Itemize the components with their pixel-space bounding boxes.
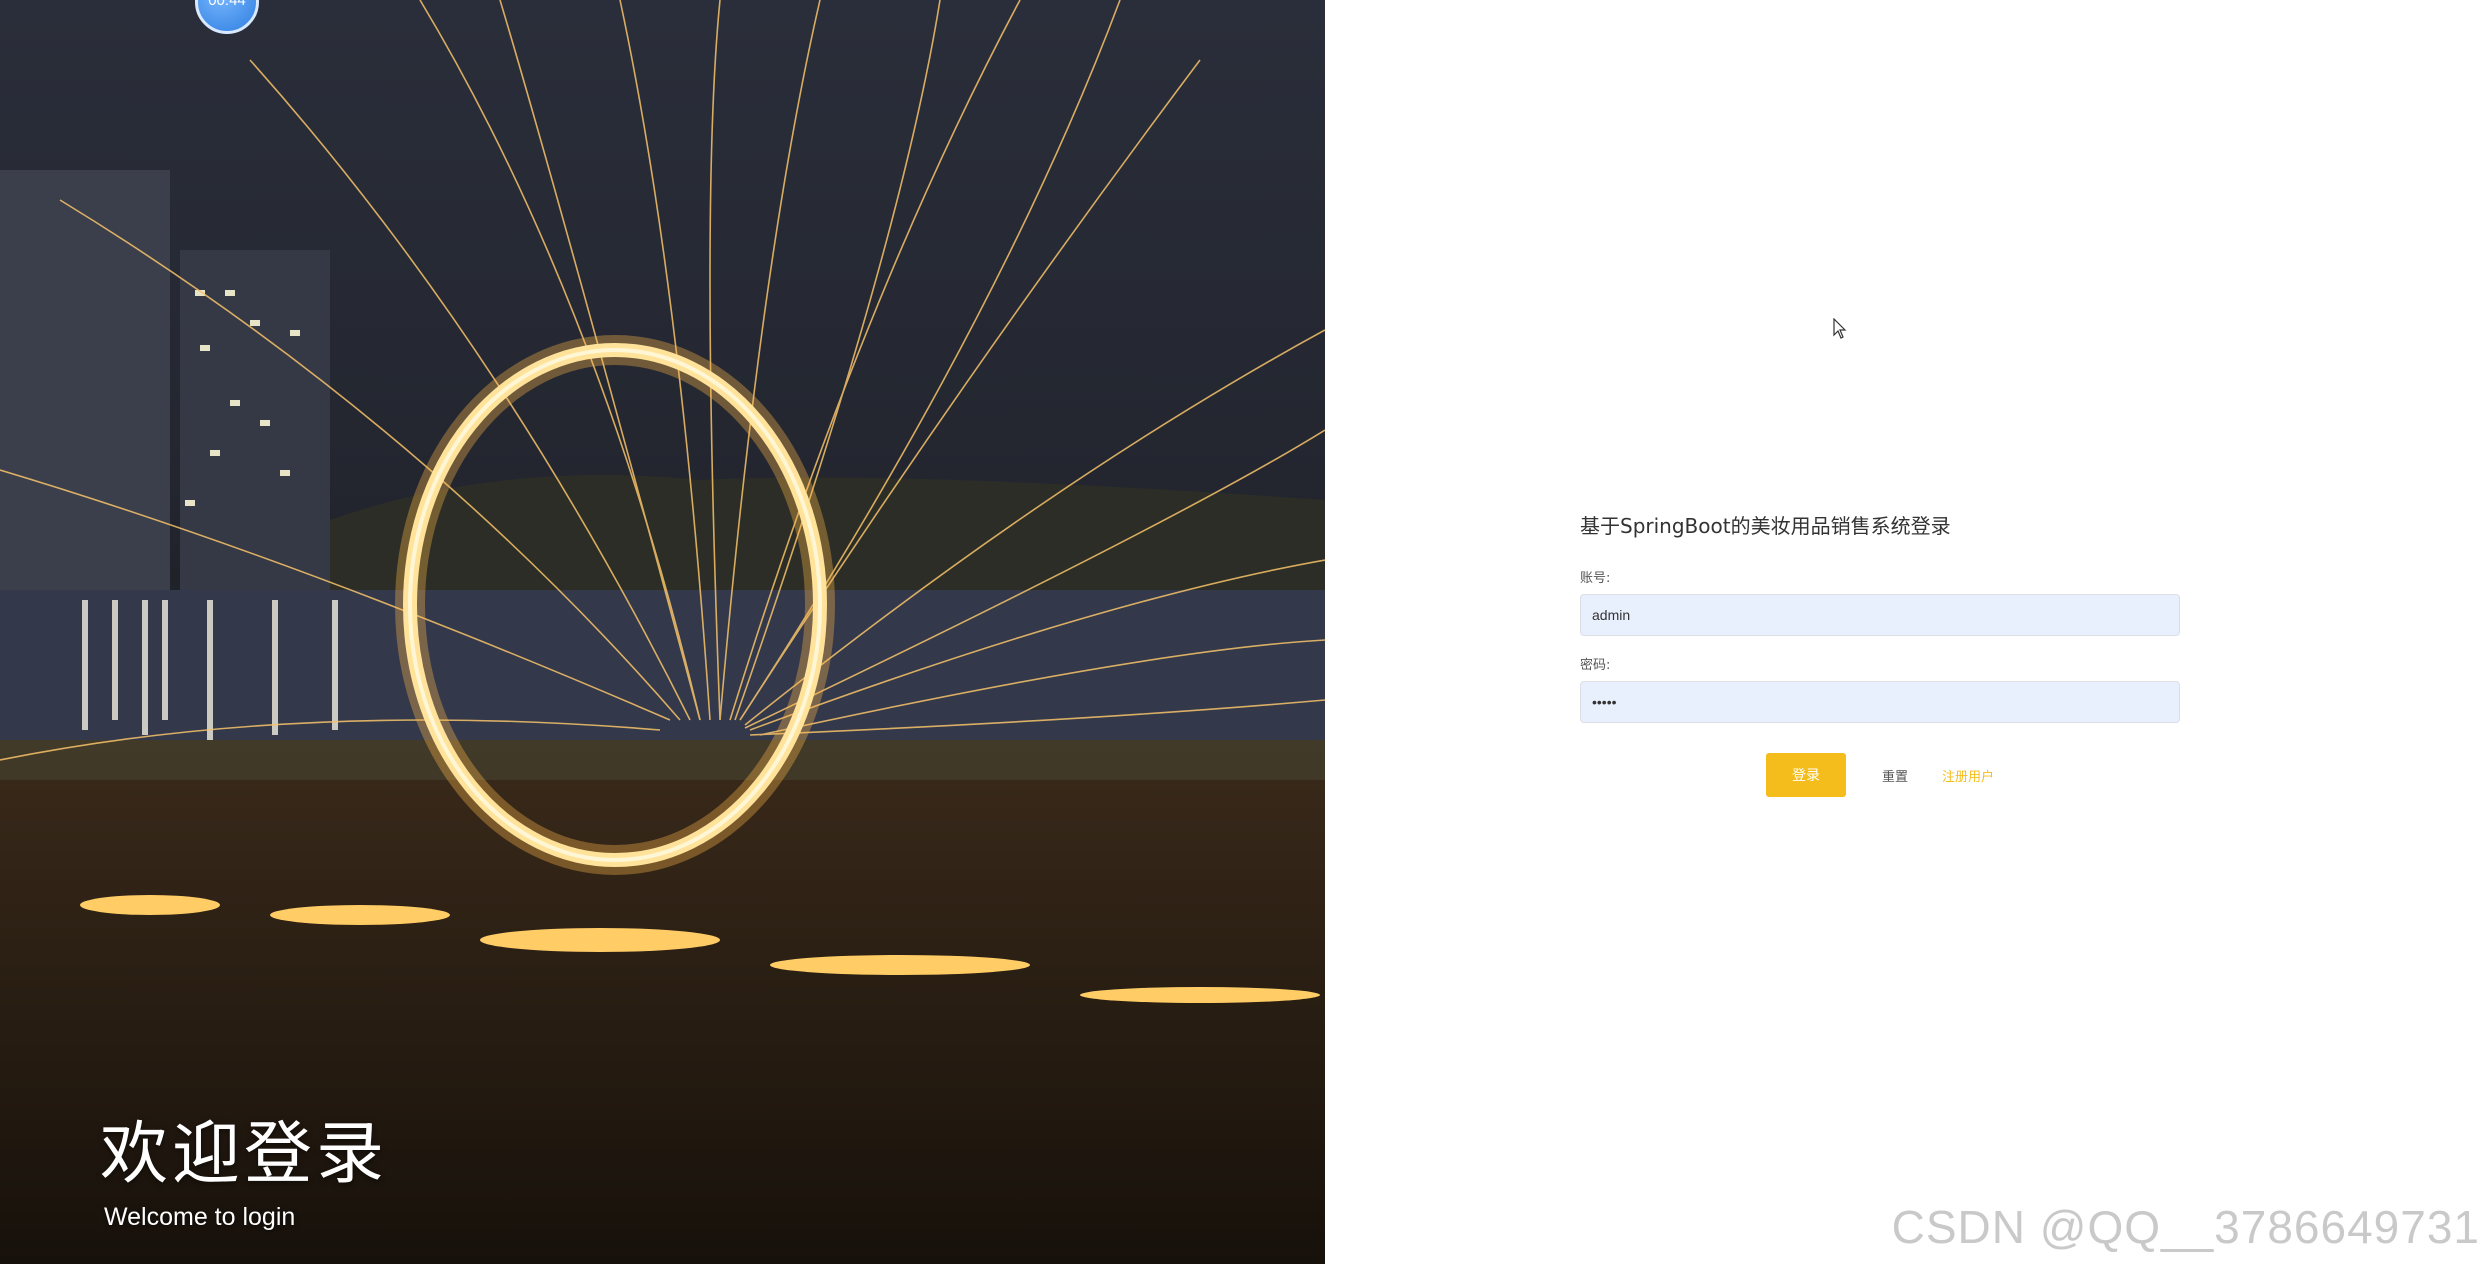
reset-button[interactable]: 重置 [1876,765,1914,786]
welcome-subtitle: Welcome to login [104,1203,296,1231]
steel-wool-photo [0,0,1325,1264]
hero-image: 00:44 欢迎登录 Welcome to login [0,0,1325,1264]
login-form: 基于SpringBoot的美妆用品销售系统登录 账号: 密码: 登录 重置 注册… [1580,510,2180,797]
password-input[interactable] [1580,681,2180,723]
watermark: CSDN @QQ__3786649731 [1891,1201,2480,1253]
form-actions: 登录 重置 注册用户 [1580,753,2180,797]
account-label: 账号: [1580,571,1611,586]
password-label: 密码: [1580,658,1611,673]
account-input[interactable] [1580,594,2180,636]
login-button[interactable]: 登录 [1765,753,1846,797]
login-page: 00:44 欢迎登录 Welcome to login 基于SpringBoot… [0,0,2488,1264]
welcome-title: 欢迎登录 [100,1115,389,1194]
mouse-cursor-icon [1833,318,1847,339]
login-title: 基于SpringBoot的美妆用品销售系统登录 [1580,514,1951,538]
register-link[interactable]: 注册用户 [1942,766,1994,785]
